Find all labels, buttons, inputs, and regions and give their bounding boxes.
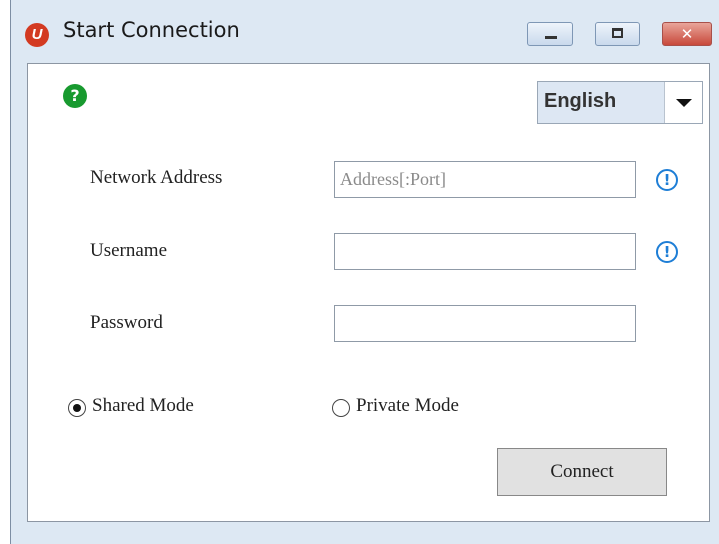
maximize-button[interactable] [595,22,640,46]
language-selected-value: English [544,90,617,112]
close-icon: ✕ [680,25,694,43]
connect-button[interactable]: Connect [497,448,667,496]
network-address-label: Network Address [90,167,223,188]
window-title: Start Connection [63,18,240,42]
username-label: Username [90,240,168,261]
username-field[interactable] [334,233,636,270]
language-dropdown[interactable]: English [537,81,703,124]
password-label: Password [90,312,163,333]
password-field[interactable] [334,305,636,342]
maximize-icon [612,28,623,38]
username-info-icon[interactable]: ! [656,241,678,263]
shared-mode-label: Shared Mode [92,395,194,416]
radio-button[interactable] [332,399,350,417]
private-mode-label: Private Mode [356,395,459,416]
title-bar[interactable]: U Start Connection ✕ [11,0,719,60]
radio-selected-dot [73,404,81,412]
network-address-info-icon[interactable]: ! [656,169,678,191]
minimize-button[interactable] [527,22,573,46]
minimize-icon [545,36,557,39]
connection-panel: ? English Network Address ! Username ! P… [27,63,710,522]
start-connection-window: U Start Connection ✕ ? English Network A… [10,0,719,544]
help-icon[interactable]: ? [63,84,87,108]
radio-button[interactable] [68,399,86,417]
chevron-down-icon[interactable] [664,82,702,123]
close-button[interactable]: ✕ [662,22,712,46]
app-logo-icon: U [25,23,49,47]
network-address-field[interactable] [334,161,636,198]
